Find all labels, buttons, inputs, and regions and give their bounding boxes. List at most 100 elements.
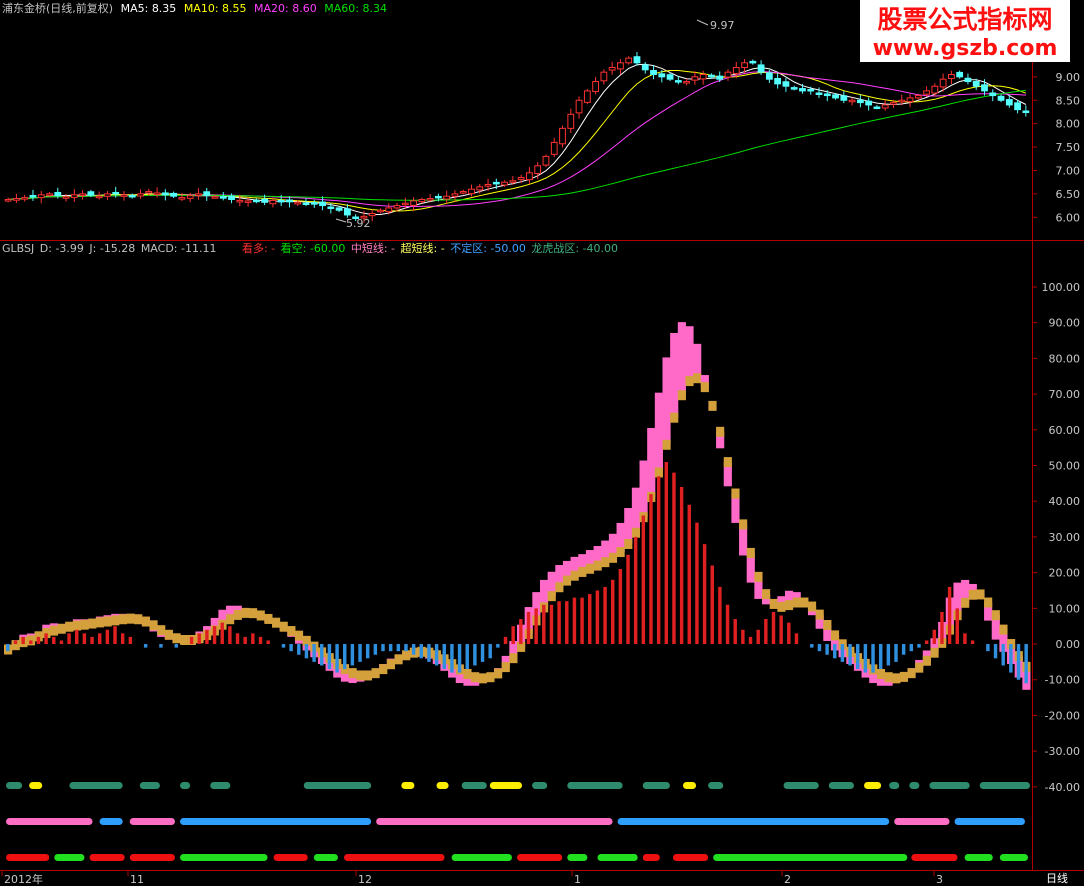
k-band bbox=[49, 625, 59, 636]
signal-segment-green bbox=[713, 854, 908, 861]
candle bbox=[170, 191, 178, 199]
indicator-name: GLBSJ bbox=[2, 242, 34, 255]
candle-body bbox=[757, 64, 765, 73]
candle-body bbox=[484, 184, 492, 187]
k-band bbox=[233, 609, 242, 620]
candle-body bbox=[451, 193, 459, 197]
candle bbox=[161, 189, 169, 201]
k-band bbox=[494, 668, 503, 679]
candle-body bbox=[674, 80, 682, 83]
candle-body bbox=[294, 201, 302, 205]
k-band bbox=[57, 623, 66, 634]
signal-segment-green bbox=[54, 854, 85, 861]
x-tick-label: 2012年 bbox=[4, 872, 43, 886]
candle-body bbox=[261, 198, 269, 203]
candle-body bbox=[997, 95, 1005, 101]
candle-body bbox=[666, 74, 674, 80]
candle-body bbox=[401, 202, 409, 206]
k-band bbox=[402, 650, 411, 661]
candle-body bbox=[269, 199, 277, 205]
candle bbox=[195, 188, 202, 200]
candle bbox=[426, 193, 434, 202]
signal-segment-yellow bbox=[864, 782, 882, 789]
period-button[interactable]: 日线 bbox=[1033, 871, 1083, 885]
candle-body bbox=[54, 191, 62, 197]
candle-body bbox=[501, 181, 508, 186]
indicator-tick-label: 90.00 bbox=[1049, 317, 1081, 330]
signal-segment-teal bbox=[909, 782, 920, 789]
ma60-line bbox=[8, 89, 1026, 201]
candle bbox=[310, 199, 318, 208]
candle-body bbox=[807, 88, 815, 92]
high-mark-text: 9.97 bbox=[710, 19, 735, 32]
k-band bbox=[72, 620, 82, 631]
candle-body bbox=[840, 95, 848, 101]
candle-body bbox=[550, 141, 558, 155]
indicator-tick-label: 50.00 bbox=[1049, 460, 1081, 473]
signal-segment-green bbox=[597, 854, 638, 861]
ind-longhu: 龙虎战区: -40.00 bbox=[531, 242, 618, 255]
k-band bbox=[149, 620, 158, 631]
signal-segment-yellow bbox=[29, 782, 43, 789]
candle-body bbox=[724, 71, 732, 78]
k-band bbox=[256, 610, 265, 621]
k-band bbox=[984, 597, 993, 608]
candle-body bbox=[799, 88, 806, 92]
low-mark-text: 5.92 bbox=[346, 217, 371, 230]
candle bbox=[252, 198, 260, 204]
k-band bbox=[746, 547, 755, 558]
ind-budingqu: 不定区: -50.00 bbox=[450, 241, 526, 255]
k-band bbox=[386, 659, 395, 670]
candle bbox=[997, 94, 1005, 103]
candle-body bbox=[534, 165, 542, 175]
candle bbox=[377, 208, 384, 214]
k-band bbox=[731, 488, 740, 499]
price-tick-label: 9.00 bbox=[1056, 71, 1081, 84]
candle-body bbox=[87, 191, 95, 196]
signal-segment-blue bbox=[617, 818, 890, 825]
k-band bbox=[922, 655, 931, 666]
signal-segment-teal bbox=[303, 782, 372, 789]
candle bbox=[104, 191, 111, 200]
k-band bbox=[693, 373, 702, 384]
k-band bbox=[570, 570, 579, 581]
kdj-band bbox=[647, 427, 656, 497]
candle bbox=[650, 64, 657, 80]
price-tick-label: 8.00 bbox=[1056, 118, 1081, 131]
k-band bbox=[363, 670, 373, 681]
candle-body bbox=[749, 60, 757, 64]
candle bbox=[137, 189, 144, 199]
candle bbox=[749, 59, 757, 65]
ma60-label: MA60: 8.34 bbox=[324, 2, 387, 15]
indicator-tick-label: -20.00 bbox=[1045, 709, 1080, 722]
candle-body bbox=[195, 193, 202, 196]
signal-segment-teal bbox=[210, 782, 231, 789]
signal-segment-pink bbox=[129, 818, 175, 825]
candle bbox=[319, 196, 326, 211]
k-band bbox=[157, 625, 166, 636]
indicator-tick-label: -10.00 bbox=[1045, 674, 1080, 687]
candle-body bbox=[592, 81, 600, 93]
k-band bbox=[624, 538, 633, 549]
k-band bbox=[631, 527, 641, 538]
candle bbox=[782, 78, 790, 92]
candle-body bbox=[319, 201, 326, 207]
candle-body bbox=[732, 66, 740, 75]
candle bbox=[410, 197, 417, 211]
signal-segment-blue bbox=[954, 818, 1025, 825]
candle-body bbox=[170, 192, 178, 197]
x-tick-label: 11 bbox=[130, 873, 144, 886]
x-tick-label: 12 bbox=[358, 873, 372, 886]
candle-body bbox=[583, 90, 591, 103]
candle-body bbox=[939, 78, 947, 88]
candle-body bbox=[741, 62, 748, 68]
candle-body bbox=[418, 198, 426, 203]
signal-segment-yellow bbox=[682, 782, 697, 789]
candle-body bbox=[310, 202, 318, 205]
candle-body bbox=[252, 199, 260, 203]
signal-segment-red bbox=[642, 854, 660, 861]
stock-chart: 9.00 8.50 8.00 7.50 7.00 6.50 6.00 100.00 90.00 8… bbox=[0, 0, 1084, 886]
indicator-tick-label: 0.00 bbox=[1056, 638, 1081, 651]
candle-body bbox=[832, 94, 839, 99]
kdj-band bbox=[677, 322, 686, 396]
